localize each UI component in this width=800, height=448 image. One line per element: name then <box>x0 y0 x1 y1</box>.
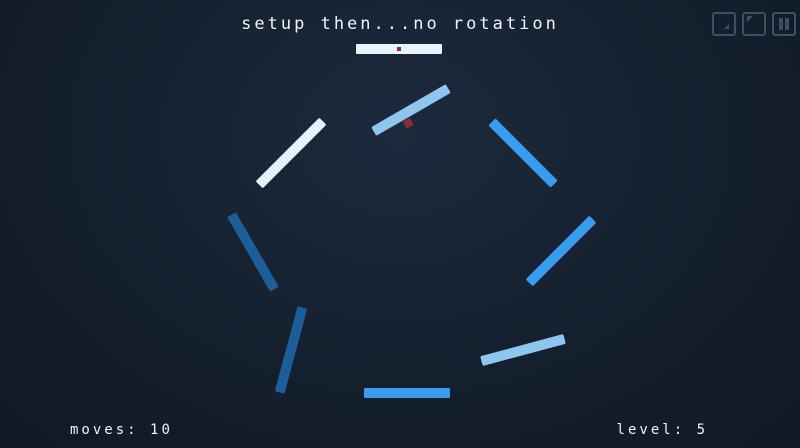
paddle-2[interactable] <box>488 118 558 188</box>
paddle-5[interactable] <box>364 388 450 398</box>
paddle-8[interactable] <box>256 118 327 189</box>
level-counter: level: 5 <box>617 422 708 438</box>
level-label: level: <box>616 422 686 438</box>
game-board <box>227 84 597 398</box>
paddle-4[interactable] <box>480 334 566 366</box>
level-value: 5 <box>696 422 708 438</box>
paddle-7[interactable] <box>227 212 279 292</box>
moves-label: moves: <box>70 422 139 438</box>
paddle-3[interactable] <box>526 216 597 287</box>
paddle-1[interactable] <box>371 84 455 143</box>
moves-counter: moves: 10 <box>70 422 173 438</box>
moves-value: 10 <box>150 422 173 438</box>
paddle-6[interactable] <box>275 306 307 394</box>
